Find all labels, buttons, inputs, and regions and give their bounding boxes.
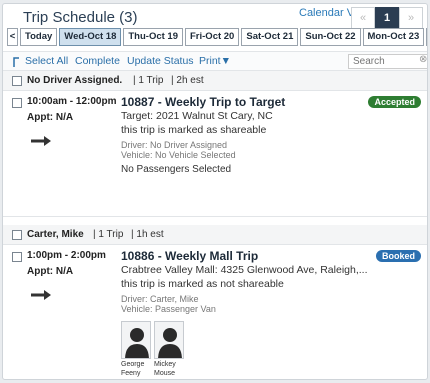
page-title: Trip Schedule (3) — [23, 9, 138, 26]
person-silhouette-icon — [158, 328, 182, 358]
header: Trip Schedule (3) Calendar View « 1 » — [3, 4, 427, 30]
day-prev-button[interactable]: < — [7, 28, 18, 46]
day-next-button[interactable]: > — [426, 28, 427, 46]
trip-driver: Driver: Carter, Mike — [121, 294, 199, 304]
day-tab-sat[interactable]: Sat-Oct 21 — [241, 28, 299, 46]
trip-appt: Appt: N/A — [27, 266, 74, 277]
toolbar: Select All Complete Update Status Print▼… — [3, 51, 427, 71]
day-tab-fri[interactable]: Fri-Oct 20 — [185, 28, 240, 46]
pager-prev-button[interactable]: « — [351, 7, 375, 29]
trip-schedule-panel: Trip Schedule (3) Calendar View « 1 » < … — [2, 3, 428, 380]
update-status-button[interactable]: Update Status — [127, 55, 194, 67]
divider — [3, 216, 427, 217]
status-badge: Booked — [375, 250, 421, 262]
passenger-card[interactable]: Mickey Mouse — [154, 321, 184, 378]
group-header-no-driver: No Driver Assigned. | 1 Trip | 2h est — [3, 71, 427, 91]
no-passengers-note: No Passengers Selected — [121, 164, 232, 175]
pager-current-page[interactable]: 1 — [375, 7, 399, 29]
clear-search-icon[interactable]: ⊗ — [419, 54, 427, 65]
trip-shareable-note: this trip is marked as shareable — [121, 124, 267, 136]
day-tab-mon[interactable]: Mon-Oct 23 — [362, 28, 425, 46]
trip-driver: Driver: No Driver Assigned — [121, 140, 228, 150]
trip-card[interactable]: 10:00am - 12:00pm Appt: N/A 10887 - Week… — [3, 95, 427, 215]
trip-name[interactable]: 10886 - Weekly Mall Trip — [121, 249, 258, 263]
passenger-name: George Feeny — [121, 361, 145, 377]
group-estimate: | 2h est — [171, 75, 204, 86]
trip-destination: Crabtree Valley Mall: 4325 Glenwood Ave,… — [121, 264, 368, 276]
complete-button[interactable]: Complete — [75, 55, 120, 67]
group-trip-count: | 1 Trip — [93, 229, 124, 240]
trip-checkbox[interactable] — [12, 252, 22, 262]
group-header-carter-mike: Carter, Mike | 1 Trip | 1h est — [3, 225, 427, 245]
trip-vehicle: Vehicle: Passenger Van — [121, 304, 216, 314]
print-menu-button[interactable]: Print▼ — [199, 55, 231, 67]
select-all-icon — [13, 57, 19, 67]
trip-time: 10:00am - 12:00pm — [27, 96, 117, 107]
trip-time: 1:00pm - 2:00pm — [27, 250, 106, 261]
trip-checkbox[interactable] — [12, 98, 22, 108]
search-input[interactable] — [348, 54, 427, 69]
pager: « 1 » — [351, 7, 423, 29]
trip-card[interactable]: 1:00pm - 2:00pm Appt: N/A 10886 - Weekly… — [3, 249, 427, 379]
person-silhouette-icon — [125, 328, 149, 358]
passenger-card[interactable]: George Feeny — [121, 321, 151, 378]
day-tab-today[interactable]: Today — [20, 28, 58, 46]
day-selector: < Today Wed-Oct 18 Thu-Oct 19 Fri-Oct 20… — [7, 28, 427, 46]
group-checkbox[interactable] — [12, 230, 22, 240]
arrow-right-icon — [31, 136, 51, 146]
day-tab-sun[interactable]: Sun-Oct 22 — [300, 28, 361, 46]
group-name: Carter, Mike — [27, 229, 84, 240]
group-estimate: | 1h est — [131, 229, 164, 240]
arrow-right-icon — [31, 290, 51, 300]
trip-name[interactable]: 10887 - Weekly Trip to Target — [121, 95, 285, 109]
select-all-button[interactable]: Select All — [25, 55, 68, 67]
passenger-name: Mickey Mouse — [154, 361, 176, 377]
group-name: No Driver Assigned. — [27, 75, 123, 86]
trip-appt: Appt: N/A — [27, 112, 74, 123]
status-badge: Accepted — [368, 96, 421, 108]
day-tab-thu[interactable]: Thu-Oct 19 — [123, 28, 183, 46]
passenger-avatar — [154, 321, 184, 359]
trip-destination: Target: 2021 Walnut St Cary, NC — [121, 110, 273, 122]
passenger-avatar — [121, 321, 151, 359]
day-tab-wed[interactable]: Wed-Oct 18 — [59, 28, 122, 46]
pager-next-button[interactable]: » — [399, 7, 423, 29]
trip-shareable-note: this trip is marked as not shareable — [121, 278, 284, 290]
group-trip-count: | 1 Trip — [133, 75, 164, 86]
trip-vehicle: Vehicle: No Vehicle Selected — [121, 150, 236, 160]
group-checkbox[interactable] — [12, 76, 22, 86]
